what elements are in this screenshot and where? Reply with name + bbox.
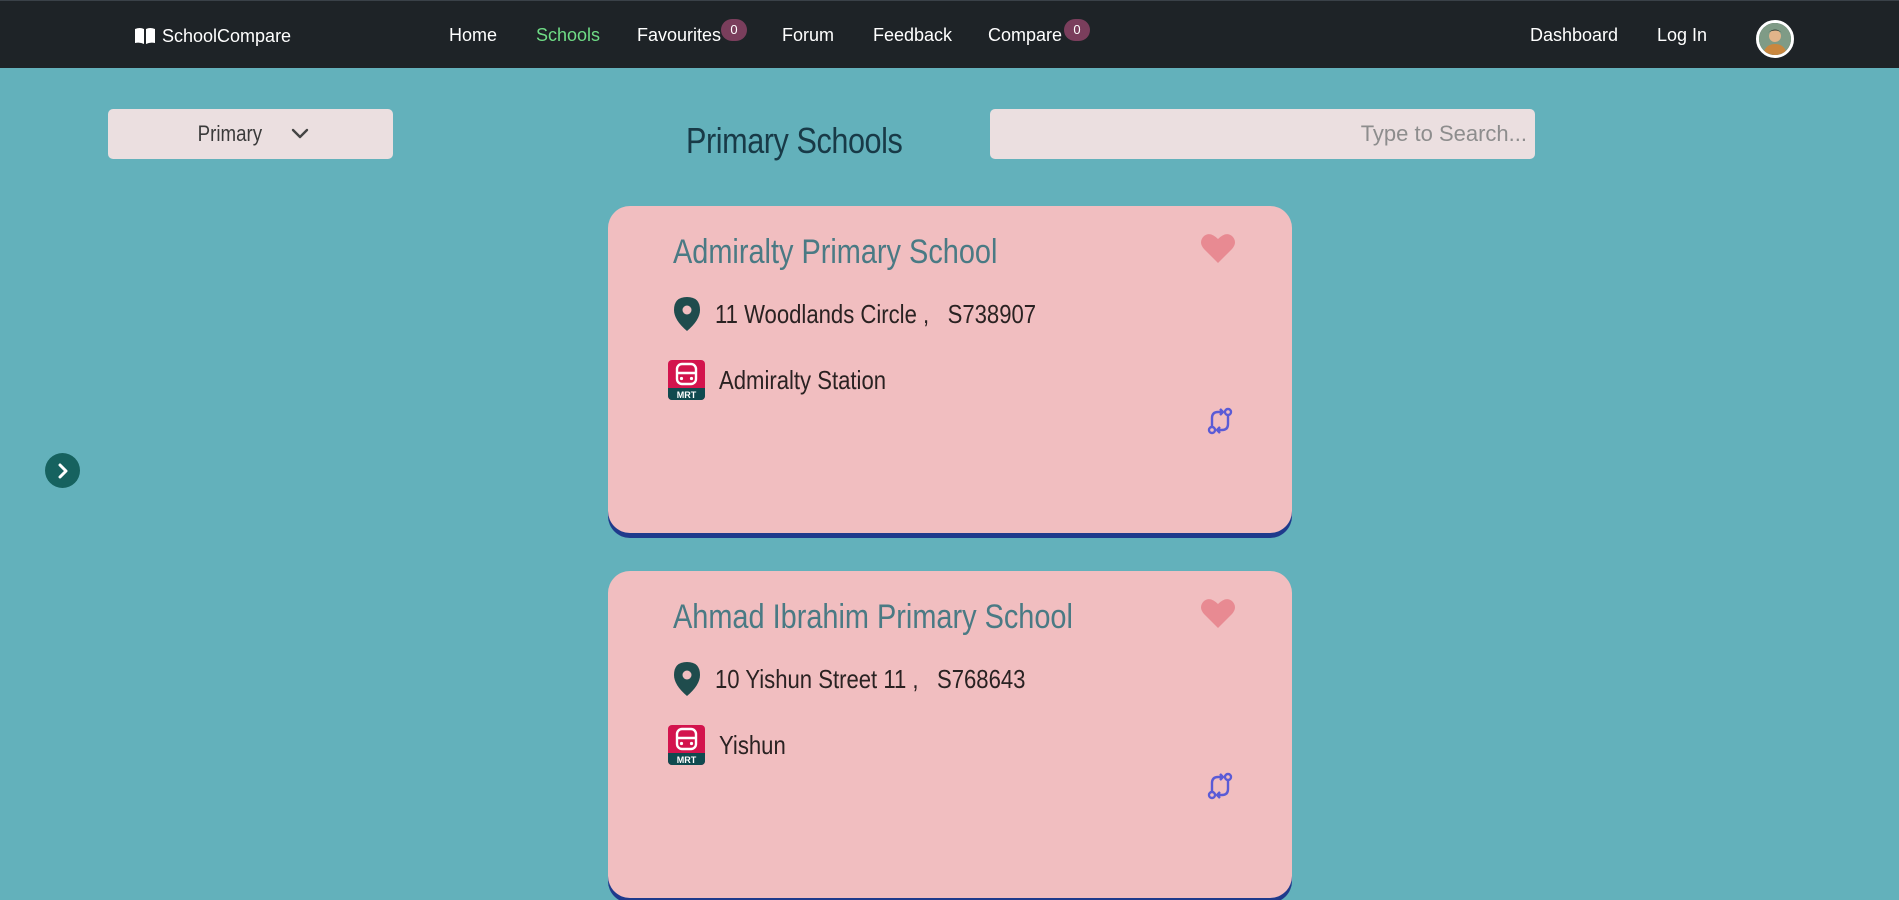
nav-home[interactable]: Home xyxy=(449,23,497,47)
school-postal-code: S738907 xyxy=(947,298,1037,329)
heart-icon[interactable] xyxy=(1200,597,1236,629)
mrt-row: MRT Admiralty Station xyxy=(668,360,916,400)
search-input[interactable] xyxy=(990,109,1535,159)
chevron-down-icon xyxy=(292,128,309,139)
sidebar-toggle-button[interactable] xyxy=(45,453,80,488)
address-row: 10 Yishun Street 11 , S768643 xyxy=(673,661,1080,697)
nav-favourites[interactable]: Favourites xyxy=(637,23,721,47)
school-postal-code: S768643 xyxy=(936,663,1026,694)
nearest-mrt: Admiralty Station xyxy=(719,364,887,395)
avatar-image xyxy=(1759,23,1791,55)
user-avatar[interactable] xyxy=(1756,20,1794,58)
nav-dashboard[interactable]: Dashboard xyxy=(1530,23,1618,47)
mrt-badge-label: MRT xyxy=(677,390,697,400)
compare-icon[interactable] xyxy=(1206,406,1234,436)
mrt-badge-label: MRT xyxy=(677,755,697,765)
nearest-mrt: Yishun xyxy=(719,729,786,760)
mrt-train-icon: MRT xyxy=(668,360,705,400)
school-address: 10 Yishun Street 11 , xyxy=(715,663,919,694)
favourites-count-badge: 0 xyxy=(721,19,747,41)
school-name[interactable]: Admiralty Primary School xyxy=(673,233,997,272)
brand-name: SchoolCompare xyxy=(162,25,292,46)
address-row: 11 Woodlands Circle , S738907 xyxy=(673,296,1093,332)
nav-login[interactable]: Log In xyxy=(1657,23,1707,47)
school-card[interactable]: Ahmad Ibrahim Primary School 10 Yishun S… xyxy=(608,571,1292,898)
school-address: 11 Woodlands Circle , xyxy=(715,298,930,329)
brand-link[interactable]: SchoolCompare xyxy=(134,24,291,48)
school-card[interactable]: Admiralty Primary School 11 Woodlands Ci… xyxy=(608,206,1292,533)
location-pin-icon xyxy=(674,297,700,331)
nav-compare[interactable]: Compare xyxy=(988,23,1062,47)
compare-icon[interactable] xyxy=(1206,771,1234,801)
selected-level: Primary xyxy=(197,121,262,146)
book-icon xyxy=(135,28,155,44)
mrt-row: MRT Yishun xyxy=(668,725,798,765)
location-pin-icon xyxy=(674,662,700,696)
nav-schools[interactable]: Schools xyxy=(536,23,600,47)
page-title: Primary Schools xyxy=(686,120,903,161)
chevron-right-icon xyxy=(58,463,67,478)
nav-feedback[interactable]: Feedback xyxy=(873,23,952,47)
heart-icon[interactable] xyxy=(1200,232,1236,264)
top-navbar: SchoolCompare Home Schools Favourites 0 … xyxy=(0,0,1899,68)
nav-forum[interactable]: Forum xyxy=(782,23,834,47)
mrt-train-icon: MRT xyxy=(668,725,705,765)
school-level-dropdown[interactable]: Primary xyxy=(108,109,393,159)
school-name[interactable]: Ahmad Ibrahim Primary School xyxy=(673,598,1073,637)
compare-count-badge: 0 xyxy=(1064,19,1090,41)
